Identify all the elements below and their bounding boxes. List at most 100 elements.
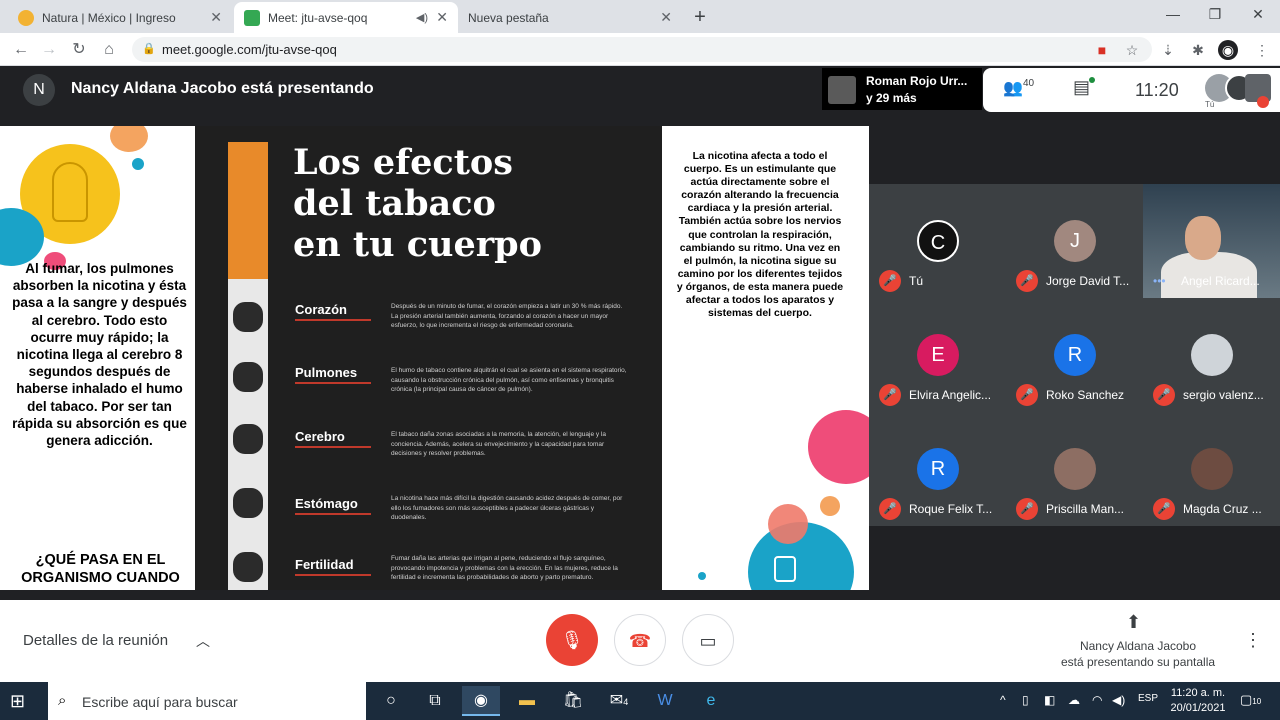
participant-name: Elvira Angelic... bbox=[909, 388, 992, 402]
more-options-icon[interactable]: ⋮ bbox=[1244, 630, 1262, 651]
camera-toggle-button[interactable]: ▭ bbox=[682, 614, 734, 666]
close-icon[interactable]: ✕ bbox=[210, 9, 222, 26]
organ-underline bbox=[295, 574, 371, 576]
organ-desc-corazon: Después de un minuto de fumar, el corazó… bbox=[391, 303, 623, 329]
participant-tile[interactable]: C 🎤 Tú bbox=[869, 184, 1006, 298]
mic-toggle-button[interactable]: 🎙 bbox=[546, 614, 598, 666]
participant-name: Tú bbox=[909, 274, 924, 288]
organ-underline bbox=[295, 513, 371, 515]
slide-title-line: del tabaco bbox=[293, 183, 496, 224]
bookmark-star-icon[interactable]: ☆ bbox=[1122, 40, 1142, 60]
close-icon[interactable]: ✕ bbox=[436, 9, 448, 26]
slide-right-text: La nicotina afecta a todo el cuerpo. Es … bbox=[676, 150, 844, 320]
file-explorer-icon[interactable]: ▬ bbox=[508, 686, 546, 716]
presenting-status[interactable]: Nancy Aldana Jacobo está presentando su … bbox=[1040, 638, 1236, 670]
participant-name: Angel Ricard... bbox=[1181, 274, 1260, 288]
tab-title: Natura | México | Ingreso bbox=[42, 10, 176, 25]
address-bar[interactable]: 🔒 meet.google.com/jtu-avse-qoq bbox=[132, 37, 1152, 62]
language-indicator[interactable]: ESP bbox=[1138, 693, 1158, 704]
windows-start-icon[interactable]: ⊞ bbox=[10, 691, 25, 712]
onedrive-icon[interactable]: ☁ bbox=[1068, 693, 1080, 707]
tab-title: Nueva pestaña bbox=[468, 10, 549, 25]
avatar: J bbox=[1054, 220, 1096, 262]
word-icon[interactable]: W bbox=[646, 686, 684, 716]
minimize-button[interactable]: — bbox=[1158, 6, 1188, 22]
avatar bbox=[1054, 448, 1096, 490]
menu-dots-icon[interactable]: ⋮ bbox=[1252, 40, 1272, 60]
back-arrow-icon[interactable]: ← bbox=[10, 39, 32, 61]
chat-icon[interactable]: ▤ bbox=[1073, 77, 1090, 98]
reload-icon[interactable]: ↻ bbox=[68, 39, 90, 61]
others-tile[interactable]: Roman Rojo Urr... y 29 más bbox=[822, 68, 982, 110]
close-window-button[interactable]: ✕ bbox=[1243, 6, 1273, 23]
slide-middle-panel: Los efectos del tabaco en tu cuerpo Cora… bbox=[195, 126, 662, 590]
taskbar-search[interactable]: ⌕ Escribe aquí para buscar bbox=[48, 682, 366, 720]
organ-label-pulmones: Pulmones bbox=[295, 365, 358, 380]
lock-icon: 🔒 bbox=[142, 43, 156, 55]
participant-tile[interactable]: 🎤 Magda Cruz ... bbox=[1143, 412, 1280, 526]
chat-notification-dot bbox=[1089, 77, 1095, 83]
mail-icon[interactable]: ✉4 bbox=[600, 686, 638, 716]
participant-name: Roko Sanchez bbox=[1046, 388, 1125, 402]
mic-off-icon: 🎙 bbox=[560, 630, 584, 650]
tab-meet[interactable]: Meet: jtu-avse-qoq ◀) ✕ bbox=[234, 2, 458, 33]
close-icon[interactable]: ✕ bbox=[660, 9, 672, 26]
decor-circle bbox=[768, 504, 808, 544]
profile-avatar[interactable]: ◉ bbox=[1218, 40, 1238, 60]
tab-natura[interactable]: Natura | México | Ingreso ✕ bbox=[8, 2, 232, 33]
people-icon[interactable]: 👥 bbox=[1003, 78, 1023, 98]
participant-tile[interactable]: 🎤 Priscilla Man... bbox=[1006, 412, 1143, 526]
self-view-mini[interactable]: Tú bbox=[1205, 74, 1271, 109]
camera-icon: ▭ bbox=[699, 631, 717, 651]
slide-left-text: Al fumar, los pulmones absorben la nicot… bbox=[12, 261, 187, 449]
task-view-icon[interactable]: ⧉ bbox=[416, 686, 454, 716]
participant-video-tile[interactable]: ••• Angel Ricard... bbox=[1143, 184, 1280, 298]
store-icon[interactable]: 🛍 bbox=[554, 686, 592, 716]
home-icon[interactable]: ⌂ bbox=[98, 39, 120, 61]
meet-tray-icon[interactable]: ◧ bbox=[1044, 693, 1055, 707]
volume-icon[interactable]: ◀) bbox=[1112, 693, 1125, 707]
meeting-details-button[interactable]: Detalles de la reunión bbox=[23, 632, 168, 649]
shared-slide: Al fumar, los pulmones absorben la nicot… bbox=[0, 126, 869, 590]
maximize-button[interactable]: ❐ bbox=[1200, 6, 1230, 23]
presenter-avatar: N bbox=[23, 74, 55, 106]
slide-title-line: Los efectos bbox=[293, 142, 513, 183]
participant-tile[interactable]: 🎤 sergio valenz... bbox=[1143, 298, 1280, 412]
extension-icon[interactable]: ⇣ bbox=[1158, 40, 1178, 60]
wifi-icon[interactable]: ◠ bbox=[1092, 693, 1102, 707]
notification-count: 10 bbox=[1252, 697, 1262, 706]
notification-icon[interactable]: ▢10 bbox=[1240, 692, 1261, 708]
mic-off-icon: 🎤 bbox=[1153, 384, 1175, 406]
chevron-up-icon[interactable]: ^ bbox=[1000, 693, 1006, 707]
puzzle-icon[interactable]: ✱ bbox=[1188, 40, 1208, 60]
speaker-icon[interactable]: ◀) bbox=[416, 11, 428, 24]
taskbar-date: 20/01/2021 bbox=[1170, 702, 1226, 714]
chevron-up-icon[interactable]: ︿ bbox=[196, 631, 210, 651]
participant-tile[interactable]: J 🎤 Jorge David T... bbox=[1006, 184, 1143, 298]
edge-icon[interactable]: e bbox=[692, 686, 730, 716]
tab-new[interactable]: Nueva pestaña ✕ bbox=[458, 2, 682, 33]
cortana-icon[interactable]: ○ bbox=[372, 686, 410, 716]
participant-tile[interactable]: R 🎤 Roque Felix T... bbox=[869, 412, 1006, 526]
camera-blocked-icon[interactable]: ■ bbox=[1092, 40, 1112, 60]
device-icon[interactable]: ▯ bbox=[1022, 693, 1029, 707]
browser-tab-bar: Natura | México | Ingreso ✕ Meet: jtu-av… bbox=[0, 0, 1280, 33]
mic-off-icon: 🎤 bbox=[1016, 270, 1038, 292]
forward-arrow-icon[interactable]: → bbox=[38, 39, 60, 61]
organ-underline bbox=[295, 319, 371, 321]
participant-tile[interactable]: R 🎤 Roko Sanchez bbox=[1006, 298, 1143, 412]
participant-tile[interactable]: E 🎤 Elvira Angelic... bbox=[869, 298, 1006, 412]
mic-off-icon: 🎤 bbox=[1016, 498, 1038, 520]
meet-top-right-panel: 👥 40 ▤ 11:20 Tú bbox=[983, 68, 1280, 112]
organ-label-estomago: Estómago bbox=[295, 496, 358, 511]
participant-name: sergio valenz... bbox=[1183, 388, 1264, 402]
chrome-icon[interactable]: ◉ bbox=[462, 686, 500, 716]
mail-badge: 4 bbox=[623, 697, 629, 707]
presenter-line1: Nancy Aldana Jacobo bbox=[1079, 639, 1197, 653]
participant-count: 40 bbox=[1023, 78, 1035, 89]
new-tab-button[interactable]: + bbox=[688, 6, 712, 28]
leave-call-button[interactable]: ☎ bbox=[614, 614, 666, 666]
browser-toolbar: ← → ↻ ⌂ 🔒 meet.google.com/jtu-avse-qoq ■… bbox=[0, 33, 1280, 66]
taskbar-clock[interactable]: 11:20 a. m. 20/01/2021 bbox=[1168, 686, 1228, 716]
present-screen-icon[interactable]: ⬆ bbox=[1126, 612, 1141, 633]
